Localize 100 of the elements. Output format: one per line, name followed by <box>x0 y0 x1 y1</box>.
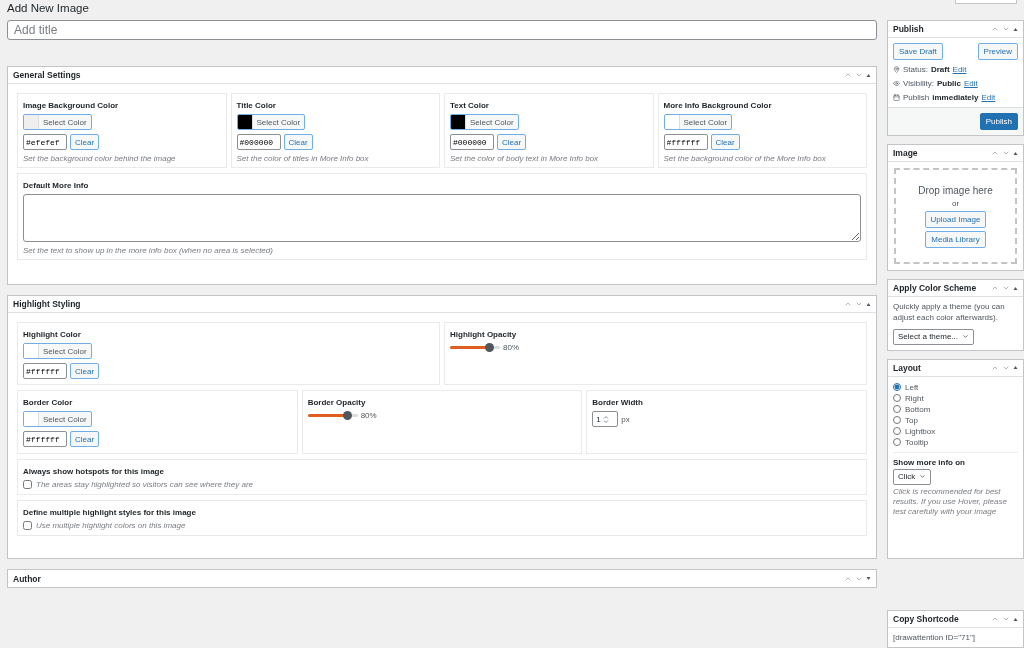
radio-button[interactable] <box>893 438 901 447</box>
slider-track[interactable] <box>450 346 500 349</box>
move-down-icon[interactable] <box>855 300 863 308</box>
calendar-icon <box>893 94 900 101</box>
hex-input[interactable]: #000000 <box>450 134 494 150</box>
box-title: Apply Color Scheme <box>893 283 978 293</box>
move-up-icon[interactable] <box>991 615 999 623</box>
radio-label: Top <box>905 415 918 425</box>
theme-select[interactable]: Select a theme... <box>893 328 975 345</box>
radio-button[interactable] <box>893 383 901 392</box>
box-title: Layout <box>893 362 922 373</box>
upload-image-button[interactable]: Upload Image <box>924 210 987 228</box>
more-info-textarea[interactable] <box>23 194 861 242</box>
preview-button[interactable]: Preview <box>977 43 1018 60</box>
radio-button[interactable] <box>893 427 901 436</box>
color-picker-button[interactable]: Select Color <box>23 411 92 427</box>
field-label: Border Width <box>592 397 643 407</box>
media-library-button[interactable]: Media Library <box>925 230 986 248</box>
field-label: Highlight Opacity <box>450 329 517 339</box>
color-picker-button[interactable]: Select Color <box>23 343 92 359</box>
toggle-icon[interactable] <box>1013 150 1018 156</box>
hex-input[interactable]: #ffffff <box>663 134 708 150</box>
eye-icon <box>893 80 900 87</box>
toggle-icon[interactable] <box>866 576 871 581</box>
field-label: Text Color <box>450 100 489 110</box>
checkbox[interactable] <box>23 480 32 489</box>
move-up-icon[interactable] <box>991 25 999 33</box>
edit-link[interactable]: Edit <box>981 93 996 102</box>
move-down-icon[interactable] <box>1002 149 1010 157</box>
section-title: Show more info on <box>893 457 966 467</box>
toggle-icon[interactable] <box>1013 285 1018 291</box>
field-label: Border Opacity <box>307 397 366 407</box>
radio-label: Bottom <box>905 404 931 414</box>
move-down-icon[interactable] <box>855 71 863 79</box>
radio-label: Lightbox <box>905 426 936 436</box>
unit-label: px <box>621 414 630 424</box>
slider-thumb[interactable] <box>485 343 494 352</box>
spinner-arrows-icon[interactable] <box>602 414 609 424</box>
hex-input[interactable]: #efefef <box>23 134 67 150</box>
field-label: Image Background Color <box>23 100 119 110</box>
slider-value: 80% <box>360 411 377 420</box>
clear-button[interactable]: Clear <box>497 134 527 150</box>
number-input[interactable]: 1 <box>592 411 619 427</box>
radio-button[interactable] <box>893 405 901 414</box>
clear-button[interactable]: Clear <box>283 134 313 150</box>
move-up-icon[interactable] <box>991 149 999 157</box>
field-description: Set the background color of the More Info box <box>663 154 826 163</box>
radio-button[interactable] <box>893 394 901 403</box>
publish-row-label: Publish <box>903 93 930 102</box>
publish-button[interactable]: Publish <box>979 113 1018 130</box>
box-title: Author <box>13 573 42 584</box>
shortcode-text: [drawattention ID="71"] <box>893 633 976 642</box>
drop-zone[interactable]: Drop image here or Upload Image Media Library <box>894 168 1017 264</box>
edit-link[interactable]: Edit <box>952 65 967 74</box>
toggle-icon[interactable] <box>866 72 871 78</box>
color-picker-button[interactable]: Select Color <box>450 114 519 130</box>
hex-input[interactable]: #ffffff <box>23 431 67 447</box>
toggle-icon[interactable] <box>1013 365 1018 371</box>
save-draft-button[interactable]: Save Draft <box>893 43 943 60</box>
slider-thumb[interactable] <box>342 411 352 420</box>
toggle-icon[interactable] <box>1013 616 1018 622</box>
field-description: Set the color of body text in More Info box <box>450 154 599 163</box>
field-label: Default More Info <box>23 180 89 190</box>
clear-button[interactable]: Clear <box>710 134 740 150</box>
title-input[interactable]: Add title <box>7 20 877 40</box>
move-down-icon[interactable] <box>1002 284 1010 292</box>
radio-label: Tooltip <box>905 437 929 447</box>
clear-button[interactable]: Clear <box>70 431 100 447</box>
checkbox[interactable] <box>23 521 32 530</box>
color-picker-button[interactable]: Select Color <box>663 114 733 130</box>
slider-track[interactable] <box>307 414 358 417</box>
box-title: Highlight Styling <box>13 299 82 309</box>
field-label: Title Color <box>236 100 276 110</box>
toggle-icon[interactable] <box>866 301 871 307</box>
edit-link[interactable]: Edit <box>964 79 978 88</box>
field-description: Set the text to show up in the more info box (when no area is selected) <box>23 246 273 255</box>
radio-label: Left <box>905 382 919 392</box>
clear-button[interactable]: Clear <box>70 363 100 379</box>
toggle-icon[interactable] <box>1013 26 1018 32</box>
publish-row-value: immediately <box>932 93 979 102</box>
clear-button[interactable]: Clear <box>70 134 100 150</box>
move-down-icon[interactable] <box>1002 25 1010 33</box>
move-up-icon[interactable] <box>991 284 999 292</box>
field-label: Border Color <box>23 397 73 407</box>
show-more-select[interactable]: Click <box>893 468 932 485</box>
slider-value: 80% <box>503 343 519 352</box>
move-down-icon[interactable] <box>1002 615 1010 623</box>
color-picker-button[interactable]: Select Color <box>236 114 306 130</box>
caret-icon <box>962 333 970 341</box>
hex-input[interactable]: #ffffff <box>23 363 67 379</box>
box-title: General Settings <box>13 70 82 80</box>
box-title: Image <box>893 148 919 158</box>
hex-input[interactable]: #000000 <box>236 134 281 150</box>
field-label: Define multiple highlight styles for this image <box>23 507 196 517</box>
move-up-icon[interactable] <box>844 300 852 308</box>
radio-button[interactable] <box>893 416 901 425</box>
caret-icon <box>919 473 927 481</box>
color-picker-button[interactable]: Select Color <box>23 114 92 130</box>
publish-row-value: Public <box>937 79 961 88</box>
move-up-icon[interactable] <box>844 71 852 79</box>
